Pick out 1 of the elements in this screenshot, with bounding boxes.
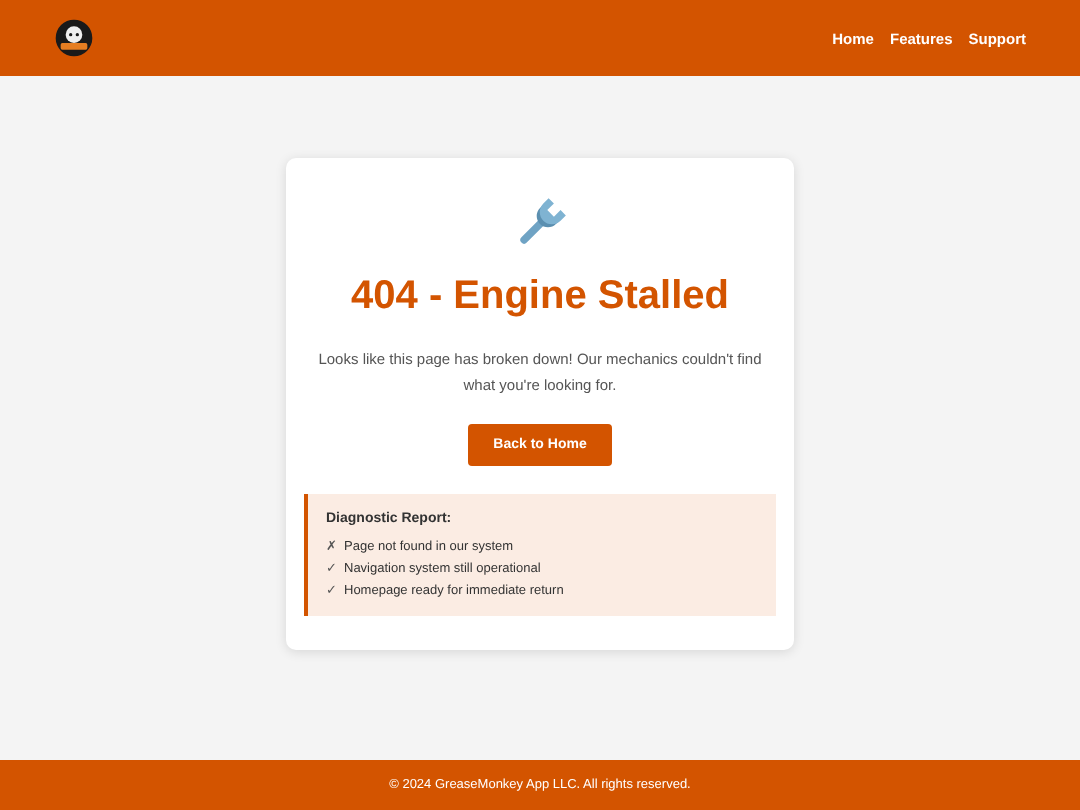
error-title: 404 - Engine Stalled: [351, 274, 729, 320]
